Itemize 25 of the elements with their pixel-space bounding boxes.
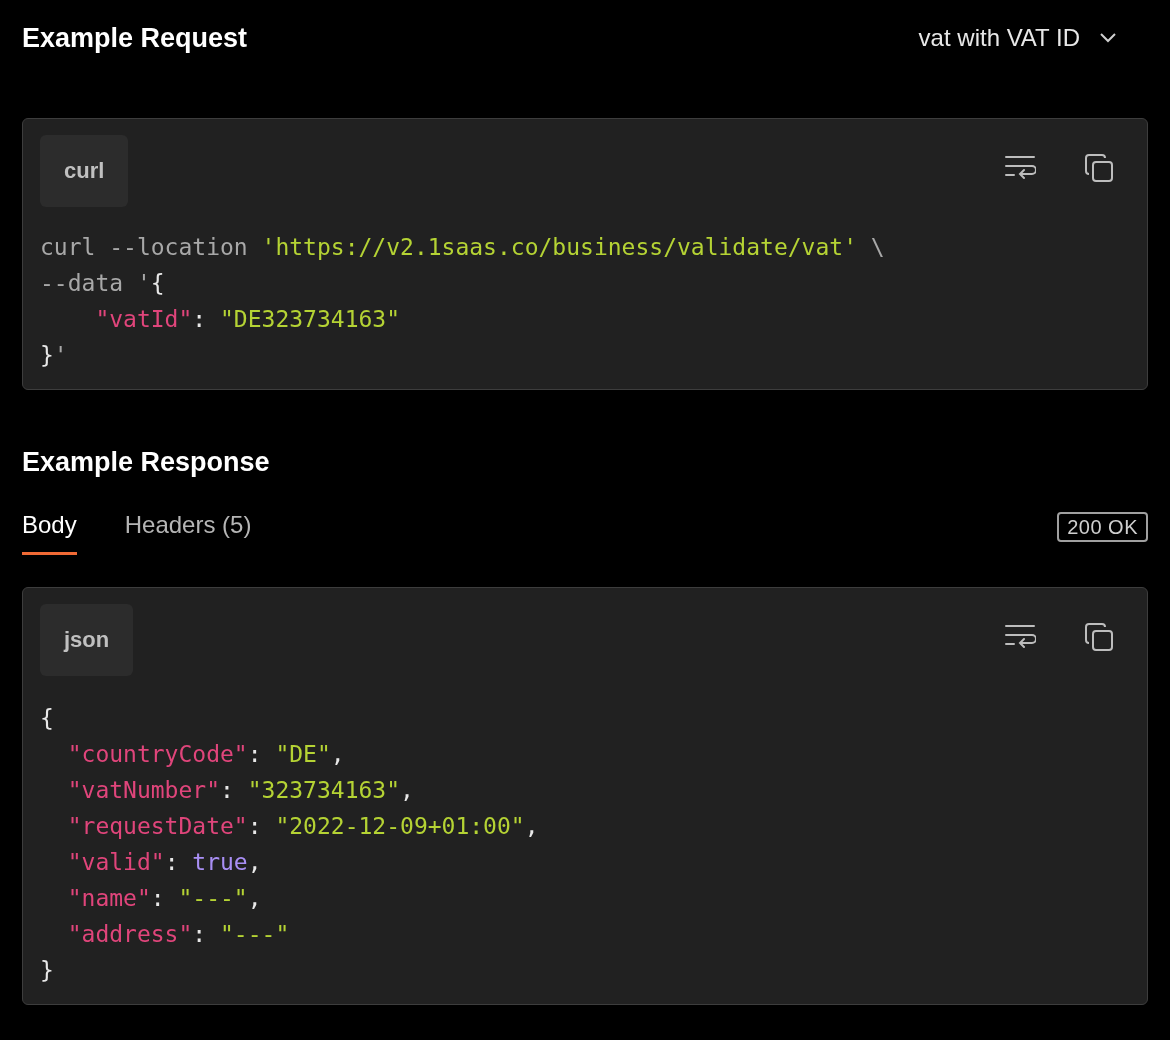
wrap-lines-icon[interactable] (1004, 623, 1036, 651)
section-title: Example Request (22, 22, 248, 55)
wrap-lines-icon[interactable] (1004, 154, 1036, 182)
code-line: "valid": true, (67, 848, 262, 877)
code-line: { (40, 704, 54, 733)
response-tab[interactable]: Body (22, 510, 77, 555)
copy-icon[interactable] (1084, 153, 1114, 183)
code-line: --data '{ (40, 269, 165, 298)
code-line: "vatNumber": "323734163", (67, 776, 414, 805)
code-line: }' (40, 341, 68, 370)
status-badge: 200 OK (1057, 512, 1148, 542)
code-line: "name": "---", (67, 884, 262, 913)
response-tab[interactable]: Headers (5) (124, 510, 252, 555)
language-label: curl (40, 135, 129, 207)
code-line: "address": "---" (67, 920, 290, 949)
code-line: } (40, 956, 54, 985)
language-label: json (40, 604, 134, 676)
code-line: "vatId": "DE323734163" (95, 305, 401, 334)
code-line: curl --location 'https://v2.1saas.co/business/validate/vat' \ (40, 233, 885, 262)
code-line: "countryCode": "DE", (67, 740, 345, 769)
example-dropdown[interactable]: vat with VAT ID (918, 20, 1116, 56)
code-line: "requestDate": "2022-12-09+01:00", (67, 812, 539, 841)
chevron-down-icon (1100, 33, 1116, 43)
copy-icon[interactable] (1084, 622, 1114, 652)
section-title: Example Response (21, 446, 271, 479)
